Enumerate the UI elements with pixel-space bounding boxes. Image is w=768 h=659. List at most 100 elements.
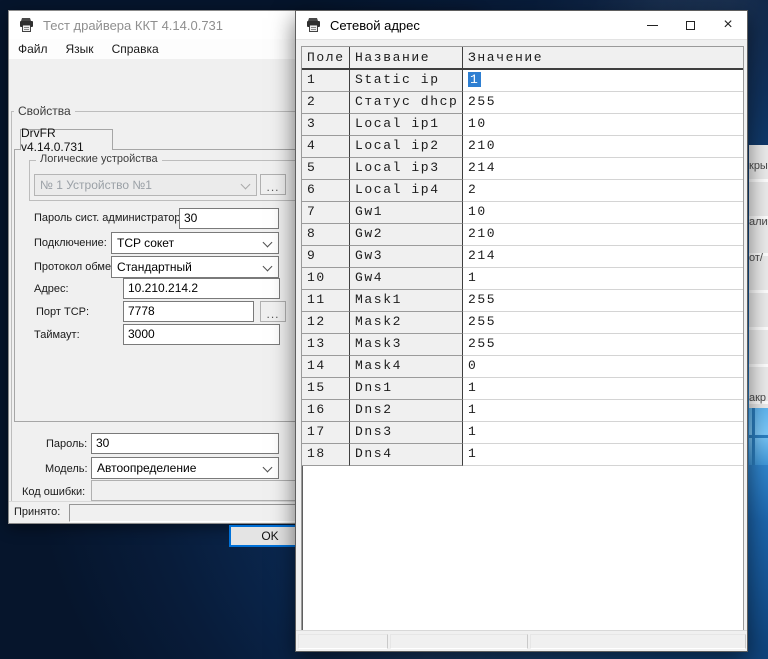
- table-row: 9 Gw3 214: [302, 246, 743, 268]
- cell-field-number: 2: [302, 92, 350, 114]
- cell-field-value[interactable]: 255: [463, 312, 743, 334]
- cell-field-name: Local ip1: [350, 114, 463, 136]
- menu-file[interactable]: Файл: [9, 40, 57, 58]
- password-label: Пароль:: [46, 438, 87, 450]
- cell-field-name: Mask4: [350, 356, 463, 378]
- window-buttons: ×: [633, 11, 747, 39]
- model-label: Модель:: [45, 463, 88, 475]
- table-row: 3 Local ip1 10: [302, 114, 743, 136]
- properties-group-label: Свойства: [14, 104, 75, 118]
- timeout-input[interactable]: 3000: [123, 324, 280, 345]
- cell-field-name: Local ip3: [350, 158, 463, 180]
- cell-field-name: Dns2: [350, 400, 463, 422]
- cell-field-value[interactable]: 214: [463, 246, 743, 268]
- cell-field-number: 9: [302, 246, 350, 268]
- close-icon: ×: [723, 17, 732, 33]
- table-row: 15 Dns1 1: [302, 378, 743, 400]
- column-header-name: Название: [350, 47, 463, 68]
- grid-header-row: Поле Название Значение: [302, 47, 743, 70]
- background-window-fragment: кры али от/ акр: [749, 145, 768, 410]
- status-panel: [530, 634, 746, 649]
- timeout-label: Таймаут:: [34, 329, 80, 341]
- status-panel: [298, 634, 388, 649]
- logical-devices-label: Логические устройства: [36, 153, 162, 165]
- cell-field-value[interactable]: 255: [463, 334, 743, 356]
- cell-field-value[interactable]: 10: [463, 202, 743, 224]
- table-row: 7 Gw1 10: [302, 202, 743, 224]
- table-row: 2 Статус dhcp 255: [302, 92, 743, 114]
- error-code-field: [91, 480, 309, 501]
- chevron-down-icon: [263, 262, 273, 272]
- error-code-label: Код ошибки:: [22, 486, 85, 498]
- desktop: кры али от/ акр Тест драйвера ККТ 4.14.0…: [0, 0, 768, 659]
- cell-field-name: Local ip4: [350, 180, 463, 202]
- cell-field-value[interactable]: 1: [463, 378, 743, 400]
- chevron-down-icon: [241, 180, 251, 190]
- device-browse-button[interactable]: ...: [260, 174, 286, 195]
- cell-field-number: 18: [302, 444, 350, 466]
- network-address-dialog: Сетевой адрес × Поле Название Значение 1…: [295, 10, 748, 652]
- maximize-icon: [686, 21, 695, 30]
- cell-field-value[interactable]: 1: [463, 70, 743, 92]
- table-row: 6 Local ip4 2: [302, 180, 743, 202]
- selected-cell-value[interactable]: 1: [468, 72, 481, 87]
- cell-field-value[interactable]: 1: [463, 400, 743, 422]
- cell-field-value[interactable]: 210: [463, 136, 743, 158]
- printer-app-icon: [305, 17, 322, 33]
- protocol-select[interactable]: Стандартный: [111, 256, 279, 278]
- address-input[interactable]: 10.210.214.2: [123, 278, 280, 299]
- cell-field-name: Mask3: [350, 334, 463, 356]
- tcp-port-browse-button[interactable]: ...: [260, 301, 286, 322]
- admin-password-label: Пароль сист. администратора:: [34, 212, 190, 224]
- table-row: 8 Gw2 210: [302, 224, 743, 246]
- table-row: 5 Local ip3 214: [302, 158, 743, 180]
- cell-field-number: 12: [302, 312, 350, 334]
- cell-field-value[interactable]: 0: [463, 356, 743, 378]
- table-row: 11 Mask1 255: [302, 290, 743, 312]
- cell-field-number: 3: [302, 114, 350, 136]
- cell-field-value[interactable]: 210: [463, 224, 743, 246]
- cell-field-value[interactable]: 1: [463, 444, 743, 466]
- tcp-port-label: Порт TCP:: [36, 306, 89, 318]
- cell-field-number: 5: [302, 158, 350, 180]
- model-select[interactable]: Автоопределение: [91, 457, 279, 479]
- close-button[interactable]: ×: [709, 11, 747, 39]
- connection-select[interactable]: TCP сокет: [111, 232, 279, 254]
- password-input[interactable]: 30: [91, 433, 279, 454]
- cell-field-name: Gw4: [350, 268, 463, 290]
- status-panel: [390, 634, 528, 649]
- maximize-button[interactable]: [671, 11, 709, 39]
- cell-field-value[interactable]: 2: [463, 180, 743, 202]
- menu-language[interactable]: Язык: [57, 40, 103, 58]
- minimize-button[interactable]: [633, 11, 671, 39]
- cell-field-name: Статус dhcp: [350, 92, 463, 114]
- cell-field-value[interactable]: 1: [463, 268, 743, 290]
- connection-label: Подключение:: [34, 237, 107, 249]
- cell-field-name: Mask1: [350, 290, 463, 312]
- cell-field-name: Gw2: [350, 224, 463, 246]
- column-header-value: Значение: [463, 47, 743, 68]
- column-header-field: Поле: [302, 47, 350, 68]
- minimize-icon: [647, 25, 658, 26]
- cell-field-value[interactable]: 10: [463, 114, 743, 136]
- clipped-text: акр: [749, 392, 766, 404]
- clipped-text: от/: [749, 252, 763, 264]
- cell-field-number: 11: [302, 290, 350, 312]
- cell-field-number: 14: [302, 356, 350, 378]
- table-row: 16 Dns2 1: [302, 400, 743, 422]
- cell-field-number: 1: [302, 70, 350, 92]
- cell-field-value[interactable]: 1: [463, 422, 743, 444]
- table-row: 1 Static ip 1: [302, 70, 743, 92]
- cell-field-value[interactable]: 214: [463, 158, 743, 180]
- network-address-grid: Поле Название Значение 1 Static ip 1 2 С…: [301, 46, 744, 632]
- admin-password-input[interactable]: 30: [179, 208, 279, 229]
- cell-field-number: 4: [302, 136, 350, 158]
- table-row: 18 Dns4 1: [302, 444, 743, 466]
- menu-help[interactable]: Справка: [103, 40, 168, 58]
- tab-drvfr[interactable]: DrvFR v4.14.0.731: [20, 129, 113, 150]
- cell-field-value[interactable]: 255: [463, 92, 743, 114]
- dialog-titlebar[interactable]: Сетевой адрес ×: [296, 11, 747, 39]
- tcp-port-input[interactable]: 7778: [123, 301, 254, 322]
- cell-field-number: 8: [302, 224, 350, 246]
- cell-field-value[interactable]: 255: [463, 290, 743, 312]
